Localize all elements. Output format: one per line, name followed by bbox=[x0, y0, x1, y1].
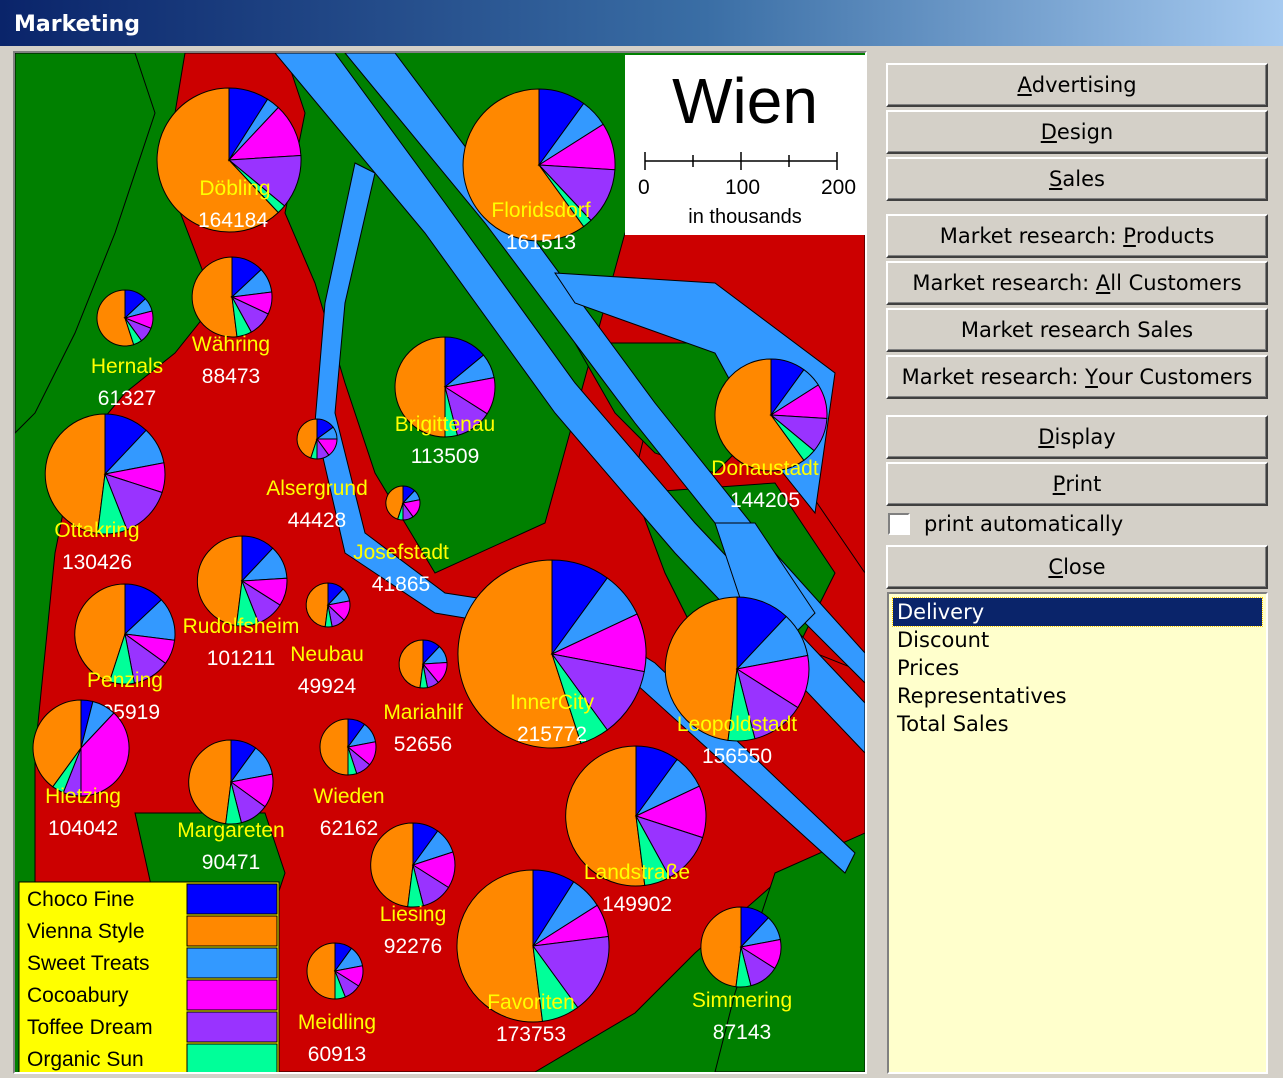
market-research-your-customers-button[interactable]: Market research: Your Customers bbox=[886, 355, 1268, 399]
print-automatically-checkbox[interactable] bbox=[888, 513, 910, 535]
district-value: 173753 bbox=[496, 1023, 566, 1046]
district-name: Neubau bbox=[290, 643, 364, 666]
district-name: Hernals bbox=[91, 355, 163, 378]
district-value: 44428 bbox=[288, 509, 346, 532]
list-item-prices[interactable]: Prices bbox=[893, 654, 1262, 682]
district-value: 92276 bbox=[384, 935, 442, 958]
list-item-representatives[interactable]: Representatives bbox=[893, 682, 1262, 710]
list-item-discount[interactable]: Discount bbox=[893, 626, 1262, 654]
legend-swatch bbox=[186, 979, 278, 1011]
legend-label: Toffee Dream bbox=[27, 1016, 153, 1039]
close-button[interactable]: Close bbox=[886, 545, 1268, 589]
district-name: Währing bbox=[192, 333, 270, 356]
district-pie: InnerCity 215772 bbox=[457, 559, 647, 749]
district-value: 87143 bbox=[713, 1021, 771, 1044]
list-item-delivery[interactable]: Delivery bbox=[892, 597, 1263, 627]
district-value: 49924 bbox=[298, 675, 357, 698]
district-value: 144205 bbox=[730, 489, 800, 512]
district-value: 90471 bbox=[202, 851, 260, 874]
legend-label: Organic Sun bbox=[27, 1048, 144, 1071]
scale-tick-100: 100 bbox=[725, 176, 761, 199]
district-value: 149902 bbox=[602, 893, 672, 916]
legend-label: Cocoabury bbox=[27, 984, 129, 1007]
product-legend: Choco Fine Vienna Style Sweet Treats Cocoab… bbox=[18, 881, 280, 1072]
district-name: Ottakring bbox=[54, 519, 139, 542]
legend-swatch bbox=[186, 1011, 278, 1043]
district-value: 215772 bbox=[517, 723, 587, 746]
window-title: Marketing bbox=[14, 12, 141, 37]
district-name: Simmering bbox=[692, 989, 792, 1012]
market-research-products-button[interactable]: Market research: Products bbox=[886, 214, 1268, 258]
title-bar[interactable]: Marketing bbox=[0, 0, 1283, 46]
district-name: Mariahilf bbox=[383, 701, 463, 724]
legend-swatch bbox=[186, 1043, 278, 1072]
scale-box: Wien 0 100 200 in thousands bbox=[625, 55, 865, 235]
district-value: 104042 bbox=[48, 817, 118, 840]
district-name: Margareten bbox=[177, 819, 284, 842]
district-pie: Döbling 164184 bbox=[156, 87, 302, 233]
district-value: 60913 bbox=[308, 1043, 366, 1066]
legend-swatch bbox=[186, 883, 278, 915]
district-value: 161513 bbox=[506, 231, 576, 254]
district-pie: Hietzing 104042 bbox=[32, 699, 130, 840]
district-name: Leopoldstadt bbox=[677, 713, 797, 736]
market-research-all-customers-button[interactable]: Market research: All Customers bbox=[886, 261, 1268, 305]
market-research-sales-button[interactable]: Market research Sales bbox=[886, 308, 1268, 352]
report-listbox[interactable]: Delivery Discount Prices Representatives… bbox=[887, 592, 1268, 1074]
print-automatically-label[interactable]: print automatically bbox=[924, 512, 1123, 536]
design-button[interactable]: Design bbox=[886, 110, 1268, 154]
district-value: 52656 bbox=[394, 733, 452, 756]
district-name: Hietzing bbox=[45, 785, 121, 808]
legend-swatch bbox=[186, 915, 278, 947]
advertising-button[interactable]: Advertising bbox=[886, 63, 1268, 107]
district-value: 113509 bbox=[411, 445, 480, 468]
print-button[interactable]: Print bbox=[886, 462, 1268, 506]
scale-tick-0: 0 bbox=[638, 176, 650, 199]
district-name: Floridsdorf bbox=[491, 199, 590, 222]
legend-label: Sweet Treats bbox=[27, 952, 150, 975]
district-value: 41865 bbox=[372, 573, 430, 596]
legend-label: Choco Fine bbox=[27, 888, 134, 911]
district-name: Brigittenau bbox=[395, 413, 495, 436]
district-value: 62162 bbox=[320, 817, 378, 840]
map-panel: Döbling 164184 Floridsdorf 161513 Hernals 613… bbox=[13, 51, 867, 1074]
legend-label: Vienna Style bbox=[27, 920, 145, 943]
district-value: 61327 bbox=[98, 387, 156, 410]
district-name: Wieden bbox=[313, 785, 384, 808]
scale-tick-200: 200 bbox=[821, 176, 857, 199]
district-name: InnerCity bbox=[510, 691, 595, 714]
district-value: 164184 bbox=[198, 209, 268, 232]
district-pie: Währing 88473 bbox=[191, 256, 273, 388]
district-value: 156550 bbox=[702, 745, 772, 768]
district-name: Döbling bbox=[199, 177, 270, 200]
list-item-total-sales[interactable]: Total Sales bbox=[893, 710, 1262, 738]
scale-unit: in thousands bbox=[688, 206, 802, 228]
district-name: Liesing bbox=[380, 903, 447, 926]
display-button[interactable]: Display bbox=[886, 415, 1268, 459]
sales-button[interactable]: Sales bbox=[886, 157, 1268, 201]
district-value: 101211 bbox=[207, 647, 276, 670]
district-name: Penzing bbox=[87, 669, 163, 692]
district-name: Favoriten bbox=[487, 991, 575, 1014]
legend-swatch bbox=[186, 947, 278, 979]
district-name: Meidling bbox=[298, 1011, 376, 1034]
print-automatically-checkbox-row[interactable]: print automatically bbox=[888, 510, 1123, 538]
district-value: 130426 bbox=[62, 551, 132, 574]
district-name: Josefstadt bbox=[353, 541, 449, 564]
district-name: Donaustadt bbox=[711, 457, 819, 480]
district-name: Rudolfsheim bbox=[183, 615, 300, 638]
district-name: Landstraße bbox=[584, 861, 690, 884]
district-value: 88473 bbox=[202, 365, 260, 388]
district-name: Alsergrund bbox=[266, 477, 368, 500]
